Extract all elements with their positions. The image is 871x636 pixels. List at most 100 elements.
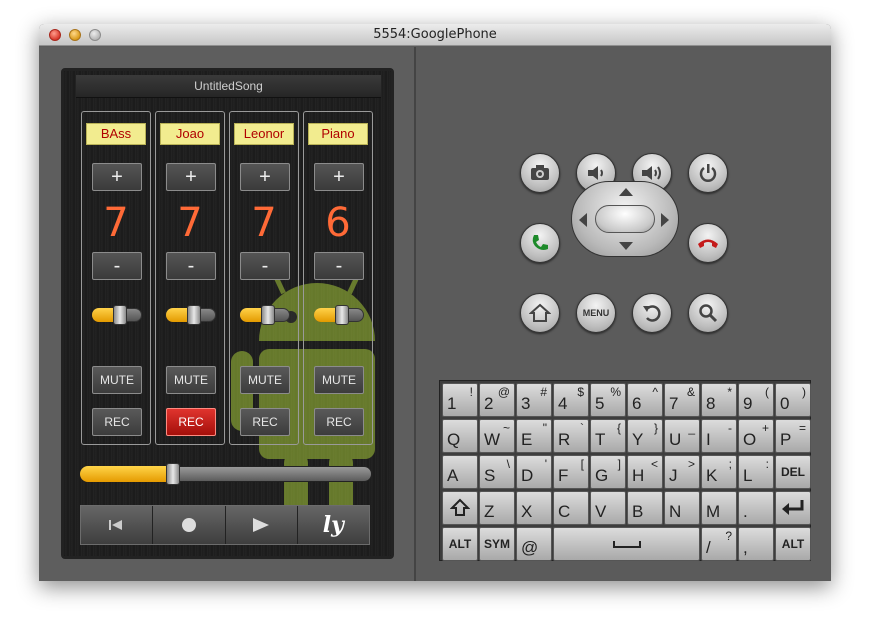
back-button[interactable] — [632, 293, 672, 333]
enter-key[interactable] — [775, 491, 811, 525]
key[interactable]: 5% — [590, 383, 626, 417]
mute-button[interactable]: MUTE — [92, 366, 142, 394]
slider-knob[interactable] — [166, 463, 181, 485]
key[interactable]: J > — [664, 455, 700, 489]
key[interactable]: C — [553, 491, 589, 525]
rec-button[interactable]: REC — [166, 408, 216, 436]
key[interactable]: 7 & — [664, 383, 700, 417]
key[interactable]: V — [590, 491, 626, 525]
volume-plus-button[interactable]: + — [166, 163, 216, 191]
key[interactable]: S \ — [479, 455, 515, 489]
volume-plus-button[interactable]: + — [92, 163, 142, 191]
mute-button[interactable]: MUTE — [314, 366, 364, 394]
track-slider[interactable] — [314, 305, 364, 325]
key[interactable]: /? — [701, 527, 737, 561]
lyrics-button[interactable]: ly — [297, 506, 369, 544]
zoom-window-button[interactable] — [89, 29, 101, 41]
track-slider[interactable] — [92, 305, 142, 325]
key[interactable]: R ` — [553, 419, 589, 453]
dpad-down-icon[interactable] — [619, 242, 633, 250]
close-window-button[interactable] — [49, 29, 61, 41]
power-button[interactable] — [688, 153, 728, 193]
dpad-right-icon[interactable] — [661, 213, 669, 227]
key[interactable]: U _ — [664, 419, 700, 453]
key[interactable]: 8 * — [701, 383, 737, 417]
record-button[interactable] — [153, 506, 226, 544]
key[interactable]: O + — [738, 419, 774, 453]
slider-knob[interactable] — [112, 305, 127, 325]
master-volume-slider[interactable] — [80, 463, 372, 485]
key[interactable]: G] — [590, 455, 626, 489]
key[interactable]: 4 $ — [553, 383, 589, 417]
volume-plus-button[interactable]: + — [240, 163, 290, 191]
rec-button[interactable]: REC — [92, 408, 142, 436]
key[interactable]: N — [664, 491, 700, 525]
rec-button[interactable]: REC — [314, 408, 364, 436]
key[interactable]: D ' — [516, 455, 552, 489]
key[interactable]: I- — [701, 419, 737, 453]
key[interactable]: A — [442, 455, 478, 489]
mute-button[interactable]: MUTE — [240, 366, 290, 394]
search-button[interactable] — [688, 293, 728, 333]
record-icon — [181, 518, 196, 532]
key[interactable]: H < — [627, 455, 663, 489]
rec-button[interactable]: REC — [240, 408, 290, 436]
slider-knob[interactable] — [334, 305, 349, 325]
volume-minus-button[interactable]: - — [240, 252, 290, 280]
dpad-left-icon[interactable] — [579, 213, 587, 227]
key[interactable]: P = — [775, 419, 811, 453]
track-slider[interactable] — [166, 305, 216, 325]
play-button[interactable] — [225, 506, 298, 544]
home-button[interactable] — [520, 293, 560, 333]
end-call-button[interactable] — [688, 223, 728, 263]
call-button[interactable] — [520, 223, 560, 263]
key[interactable]: E " — [516, 419, 552, 453]
slider-knob[interactable] — [186, 305, 201, 325]
key[interactable]: X — [516, 491, 552, 525]
track-name-field[interactable]: Piano — [308, 123, 368, 145]
key-label: ALT — [781, 537, 805, 551]
key[interactable]: 0) — [775, 383, 811, 417]
key[interactable]: L: — [738, 455, 774, 489]
key[interactable]: 2 @ — [479, 383, 515, 417]
dpad-center-button[interactable] — [595, 205, 655, 233]
key[interactable]: Y} — [627, 419, 663, 453]
menu-button[interactable]: MENU — [576, 293, 616, 333]
slider-knob[interactable] — [260, 305, 275, 325]
volume-minus-button[interactable]: - — [92, 252, 142, 280]
volume-minus-button[interactable]: - — [314, 252, 364, 280]
key-sym[interactable]: SYM — [479, 527, 515, 561]
rewind-button[interactable] — [81, 506, 154, 544]
key[interactable]: W ~ — [479, 419, 515, 453]
dpad-up-icon[interactable] — [619, 188, 633, 196]
key[interactable]: 3 # — [516, 383, 552, 417]
track-name-field[interactable]: Leonor — [234, 123, 294, 145]
key[interactable]: B — [627, 491, 663, 525]
volume-minus-button[interactable]: - — [166, 252, 216, 280]
mute-button[interactable]: MUTE — [166, 366, 216, 394]
key[interactable]: Z — [479, 491, 515, 525]
key[interactable]: 6 ^ — [627, 383, 663, 417]
key-alt[interactable]: ALT — [775, 527, 811, 561]
key[interactable]: K; — [701, 455, 737, 489]
key-alt[interactable]: ALT — [442, 527, 478, 561]
key[interactable]: Q — [442, 419, 478, 453]
minimize-window-button[interactable] — [69, 29, 81, 41]
key-del[interactable]: DEL — [775, 455, 811, 489]
shift-key[interactable] — [442, 491, 478, 525]
key[interactable]: @ — [516, 527, 552, 561]
key[interactable]: . — [738, 491, 774, 525]
key[interactable]: , — [738, 527, 774, 561]
track-name-field[interactable]: Joao — [160, 123, 220, 145]
key[interactable]: M — [701, 491, 737, 525]
space-key[interactable] — [553, 527, 700, 561]
track-name-field[interactable]: BAss — [86, 123, 146, 145]
key[interactable]: 1! — [442, 383, 478, 417]
key[interactable]: F[ — [553, 455, 589, 489]
volume-plus-button[interactable]: + — [314, 163, 364, 191]
track-slider[interactable] — [240, 305, 290, 325]
key-label: W — [484, 430, 501, 449]
key[interactable]: T{ — [590, 419, 626, 453]
camera-button[interactable] — [520, 153, 560, 193]
key[interactable]: 9( — [738, 383, 774, 417]
